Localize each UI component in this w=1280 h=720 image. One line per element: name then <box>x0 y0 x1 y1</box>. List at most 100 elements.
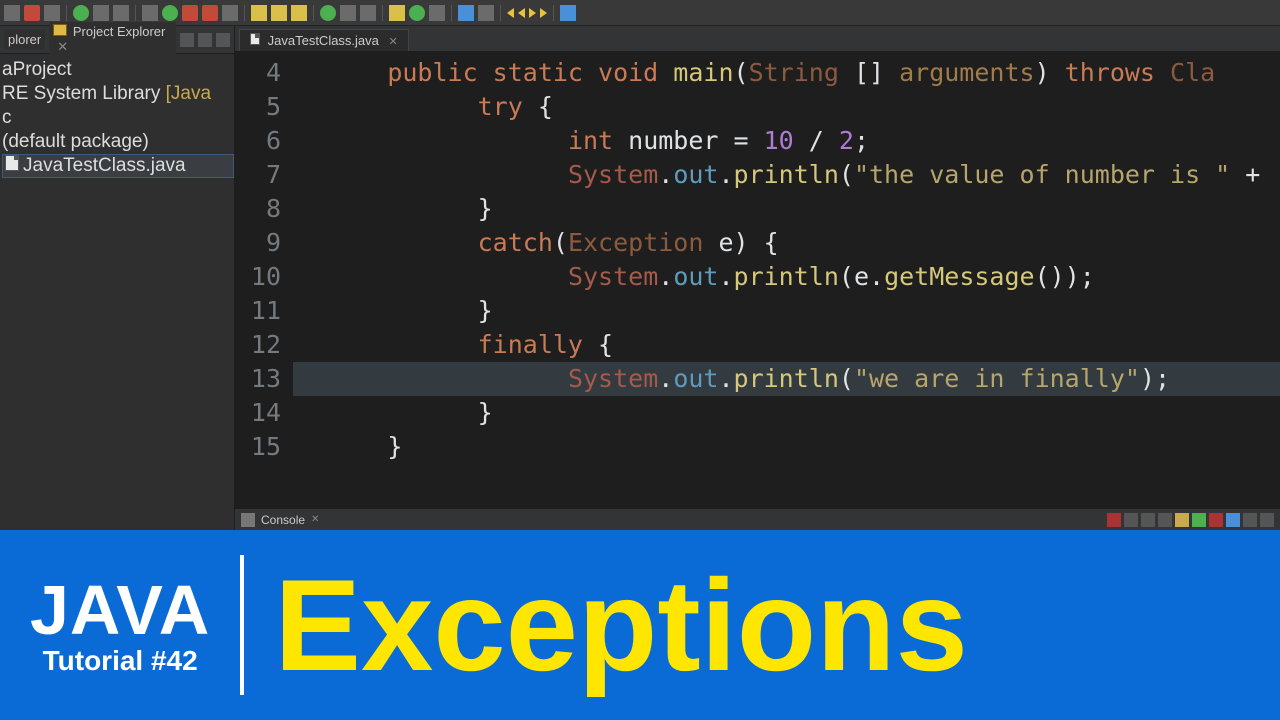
banner-title: Exceptions <box>274 560 968 690</box>
terminate-icon[interactable] <box>202 5 218 21</box>
disconnect-icon[interactable] <box>222 5 238 21</box>
separator <box>553 5 554 21</box>
forward-icon[interactable] <box>529 8 536 18</box>
project-tree[interactable]: aProject RE System Library [Java c (defa… <box>0 54 234 182</box>
code-line[interactable]: } <box>293 294 1280 328</box>
search-icon[interactable] <box>458 5 474 21</box>
step-return-icon[interactable] <box>291 5 307 21</box>
java-file-label: JavaTestClass.java <box>23 155 186 176</box>
jre-label: RE System Library <box>2 83 160 104</box>
stop-icon[interactable] <box>24 5 40 21</box>
package-explorer-icon <box>53 24 67 36</box>
truncated-view-tab[interactable]: plorer <box>4 30 45 49</box>
new-class-icon[interactable] <box>409 5 425 21</box>
ext-tools-icon[interactable] <box>360 5 376 21</box>
code-line[interactable]: } <box>293 192 1280 226</box>
new-icon[interactable] <box>4 5 20 21</box>
step-over-icon[interactable] <box>271 5 287 21</box>
pin-icon[interactable] <box>560 5 576 21</box>
java-file-node[interactable]: JavaTestClass.java <box>2 154 234 178</box>
pin-console-icon[interactable] <box>1192 513 1206 527</box>
console-toolbar <box>1107 513 1274 527</box>
main-split: plorer Project Explorer ✕ aProject RE Sy… <box>0 26 1280 530</box>
code-line[interactable]: public static void main(String [] argume… <box>293 56 1280 90</box>
main-toolbar[interactable] <box>0 0 1280 26</box>
terminate-icon[interactable] <box>1107 513 1121 527</box>
annotation-icon[interactable] <box>478 5 494 21</box>
separator <box>244 5 245 21</box>
code-line[interactable]: } <box>293 396 1280 430</box>
console-label[interactable]: Console <box>261 513 305 527</box>
banner-subtitle: Tutorial #42 <box>30 647 210 675</box>
code-content[interactable]: public static void main(String [] argume… <box>293 52 1280 508</box>
editor-tab-label: JavaTestClass.java <box>268 33 379 48</box>
separator <box>500 5 501 21</box>
code-line[interactable]: finally { <box>293 328 1280 362</box>
display-icon[interactable] <box>1209 513 1223 527</box>
open-console-icon[interactable] <box>1226 513 1240 527</box>
clear-icon[interactable] <box>1158 513 1172 527</box>
project-node[interactable]: aProject <box>2 58 234 82</box>
coverage-icon[interactable] <box>340 5 356 21</box>
console-icon <box>241 513 255 527</box>
close-icon[interactable]: ✕ <box>311 514 319 525</box>
view-menu-icon[interactable] <box>216 33 230 47</box>
code-line[interactable]: catch(Exception e) { <box>293 226 1280 260</box>
project-explorer-label: Project Explorer <box>73 24 165 39</box>
java-file-icon <box>250 33 260 45</box>
java-file-icon <box>5 155 19 171</box>
banner-left: JAVA Tutorial #42 <box>30 575 210 675</box>
code-line[interactable]: try { <box>293 90 1280 124</box>
line-gutter: 456789101112131415 <box>235 52 293 508</box>
code-editor[interactable]: 456789101112131415 public static void ma… <box>235 52 1280 508</box>
package-node[interactable]: (default package) <box>2 130 234 154</box>
banner-java: JAVA <box>30 575 210 645</box>
console-view: Console ✕ <box>235 508 1280 530</box>
min-icon[interactable] <box>1243 513 1257 527</box>
separator <box>313 5 314 21</box>
forward-drop-icon[interactable] <box>540 8 547 18</box>
separator <box>382 5 383 21</box>
back-icon[interactable] <box>507 8 514 18</box>
remove-all-icon[interactable] <box>1141 513 1155 527</box>
editor-tabstrip: JavaTestClass.java ✕ <box>235 26 1280 52</box>
separator <box>66 5 67 21</box>
code-line[interactable]: System.out.println("we are in finally"); <box>293 362 1280 396</box>
step-into-icon[interactable] <box>251 5 267 21</box>
run-icon[interactable] <box>320 5 336 21</box>
code-line[interactable]: System.out.println("the value of number … <box>293 158 1280 192</box>
editor-tab[interactable]: JavaTestClass.java ✕ <box>239 29 409 51</box>
skip-icon[interactable] <box>142 5 158 21</box>
src-node[interactable]: c <box>2 106 234 130</box>
open-type-icon[interactable] <box>429 5 445 21</box>
max-icon[interactable] <box>1260 513 1274 527</box>
separator <box>135 5 136 21</box>
new-pkg-icon[interactable] <box>389 5 405 21</box>
pause-icon[interactable] <box>182 5 198 21</box>
scroll-lock-icon[interactable] <box>1175 513 1189 527</box>
close-icon[interactable]: ✕ <box>57 39 68 54</box>
jre-suffix: [Java <box>166 83 211 104</box>
collapse-all-icon[interactable] <box>180 33 194 47</box>
resume-icon[interactable] <box>162 5 178 21</box>
remove-launch-icon[interactable] <box>1124 513 1138 527</box>
jre-library-node[interactable]: RE System Library [Java <box>2 82 234 106</box>
code-line[interactable]: int number = 10 / 2; <box>293 124 1280 158</box>
tool-icon[interactable] <box>113 5 129 21</box>
view-toolbar <box>180 33 230 47</box>
tool-icon[interactable] <box>93 5 109 21</box>
editor-area: JavaTestClass.java ✕ 456789101112131415 … <box>235 26 1280 530</box>
banner-divider <box>240 555 244 695</box>
debug-icon[interactable] <box>73 5 89 21</box>
save-icon[interactable] <box>44 5 60 21</box>
project-explorer-tab[interactable]: Project Explorer ✕ <box>49 22 176 57</box>
link-editor-icon[interactable] <box>198 33 212 47</box>
project-explorer: plorer Project Explorer ✕ aProject RE Sy… <box>0 26 235 530</box>
separator <box>451 5 452 21</box>
back-drop-icon[interactable] <box>518 8 525 18</box>
view-tabstrip: plorer Project Explorer ✕ <box>0 26 234 54</box>
code-line[interactable]: System.out.println(e.getMessage()); <box>293 260 1280 294</box>
code-line[interactable]: } <box>293 430 1280 464</box>
video-banner: JAVA Tutorial #42 Exceptions <box>0 530 1280 720</box>
close-icon[interactable]: ✕ <box>389 36 398 48</box>
